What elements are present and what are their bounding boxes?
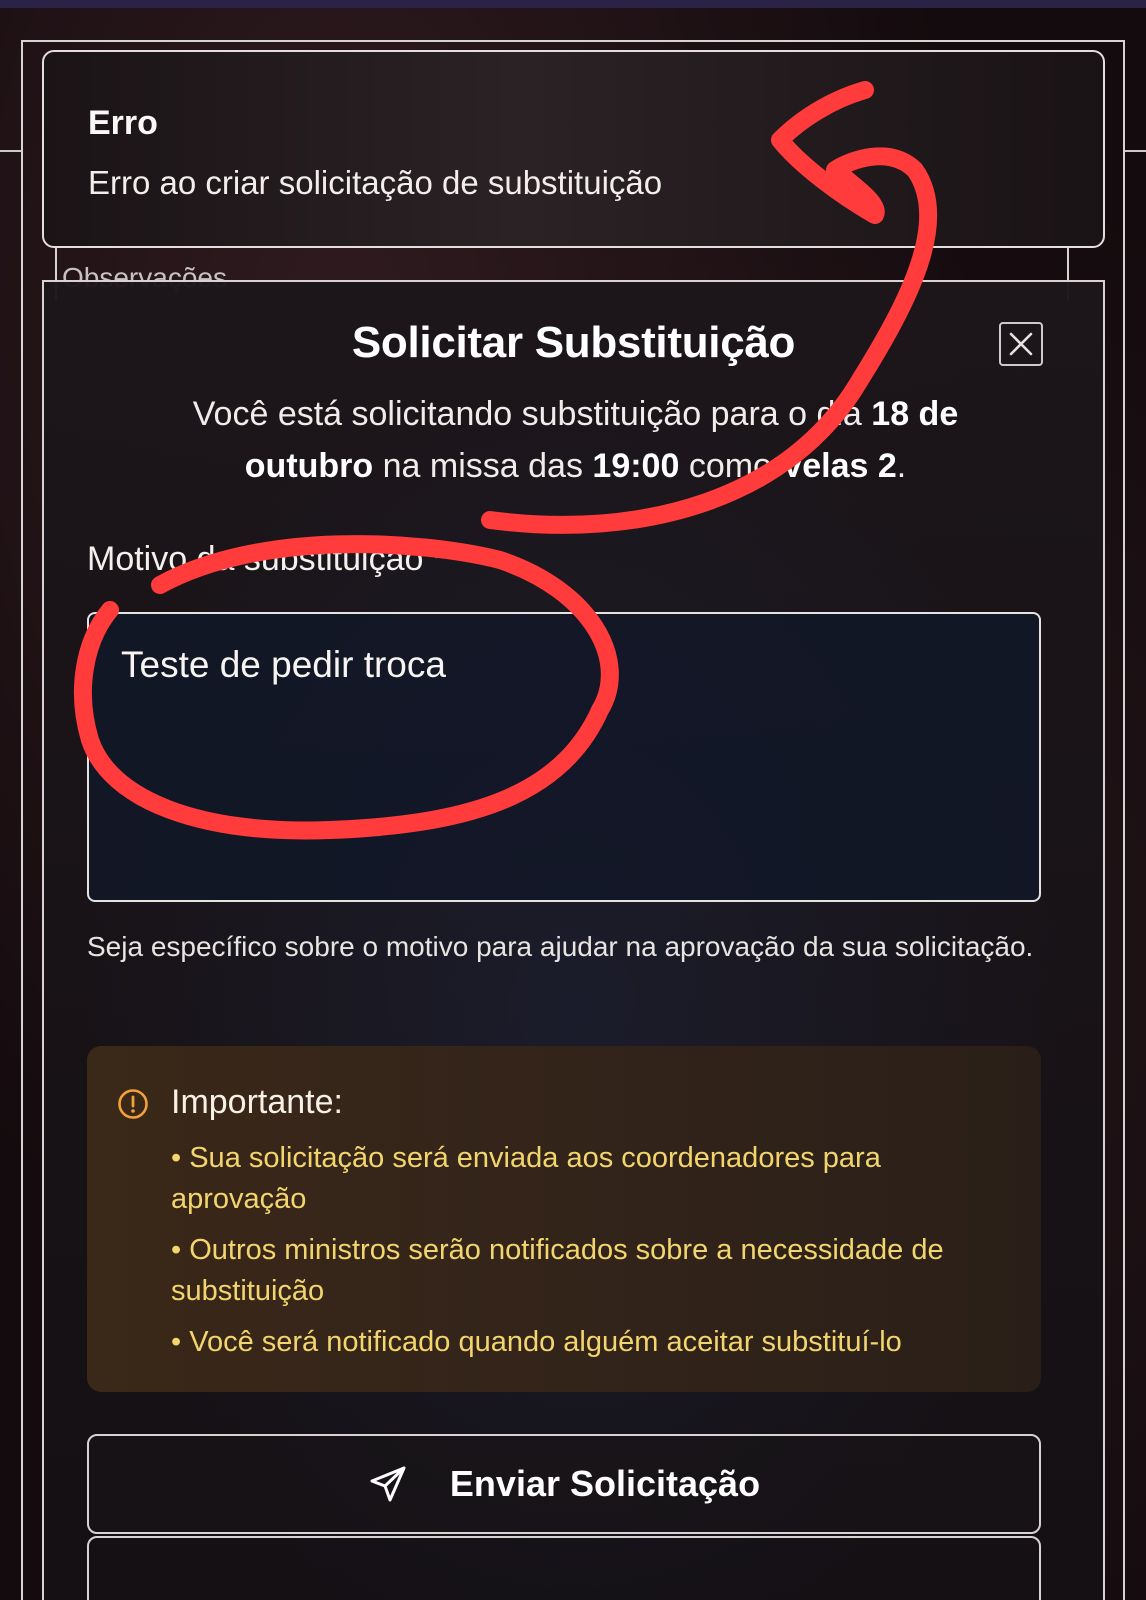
send-button-label: Enviar Solicitação: [449, 1463, 761, 1504]
desc-suffix: .: [896, 447, 907, 485]
secondary-button[interactable]: [87, 1536, 1041, 1600]
toast-title: Erro: [88, 104, 158, 142]
background-divider: [0, 150, 22, 152]
toast-description: Erro ao criar solicitação de substituiçã…: [88, 164, 663, 201]
dialog-description: Você está solicitando substituição para …: [124, 388, 1027, 492]
send-request-button[interactable]: Enviar Solicitação: [87, 1434, 1041, 1534]
send-icon: [370, 1466, 406, 1502]
notice-title: Importante:: [171, 1083, 343, 1121]
screen: Observações Erro Erro ao criar solicitaç…: [0, 0, 1146, 1600]
reason-label: Motivo da substituição *: [87, 540, 446, 579]
notice-item: Você será notificado quando alguém aceit…: [171, 1322, 1021, 1363]
important-notice: Importante: Sua solicitação será enviada…: [87, 1046, 1041, 1392]
close-icon: [1009, 332, 1033, 356]
desc-mid2: como: [679, 447, 782, 485]
desc-mid: na missa das: [373, 447, 593, 485]
close-button[interactable]: [999, 322, 1043, 366]
dialog-title: Solicitar Substituição: [351, 318, 796, 367]
substitution-dialog: Solicitar Substituição Você está solicit…: [42, 280, 1105, 1600]
reason-textarea[interactable]: Teste de pedir troca: [87, 612, 1041, 902]
background-divider: [1124, 150, 1146, 152]
notice-item: Outros ministros serão notificados sobre…: [171, 1230, 1021, 1312]
desc-role: Velas 2: [781, 447, 897, 485]
desc-time: 19:00: [592, 447, 680, 485]
required-mark: *: [432, 540, 447, 578]
desc-prefix: Você está solicitando substituição para …: [192, 395, 872, 433]
reason-help-text: Seja específico sobre o motivo para ajud…: [87, 931, 1034, 962]
alert-circle-icon: [118, 1089, 148, 1119]
notice-item: Sua solicitação será enviada aos coorden…: [171, 1138, 1021, 1220]
error-toast[interactable]: Erro Erro ao criar solicitação de substi…: [42, 50, 1105, 248]
top-status-strip: [0, 0, 1146, 8]
reason-label-text: Motivo da substituição: [87, 540, 424, 578]
notice-list: Sua solicitação será enviada aos coorden…: [171, 1138, 1021, 1373]
